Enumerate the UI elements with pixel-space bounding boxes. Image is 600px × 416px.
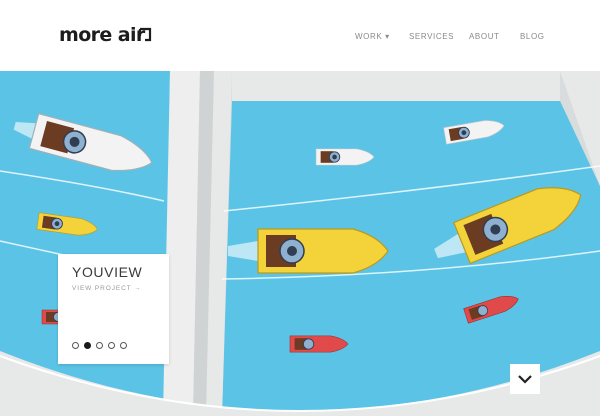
- boat-red-2: [289, 335, 349, 353]
- nav-item-services[interactable]: SERVICES: [409, 32, 454, 41]
- scroll-down-button[interactable]: [510, 364, 540, 394]
- chevron-down-icon: [518, 375, 532, 384]
- nav-item-work[interactable]: WORK ▾: [355, 32, 390, 41]
- project-title: YOUVIEW: [72, 264, 143, 280]
- view-project-link[interactable]: VIEW PROJECT →: [72, 285, 142, 292]
- hero-slider: YOUVIEW VIEW PROJECT →: [0, 71, 600, 416]
- main-nav: WORK ▾ SERVICES ABOUT BLOG: [0, 32, 600, 46]
- slide-dot-1[interactable]: [72, 342, 79, 349]
- nav-item-about[interactable]: ABOUT: [469, 32, 500, 41]
- slide-dot-3[interactable]: [96, 342, 103, 349]
- project-card: YOUVIEW VIEW PROJECT →: [58, 254, 169, 364]
- boat-white-small-2: [315, 148, 375, 166]
- slide-dot-5[interactable]: [120, 342, 127, 349]
- site-header: more air WORK ▾ SERVICES ABOUT BLOG: [0, 0, 600, 71]
- nav-item-blog[interactable]: BLOG: [520, 32, 545, 41]
- slide-dot-2[interactable]: [84, 342, 91, 349]
- slide-dot-4[interactable]: [108, 342, 115, 349]
